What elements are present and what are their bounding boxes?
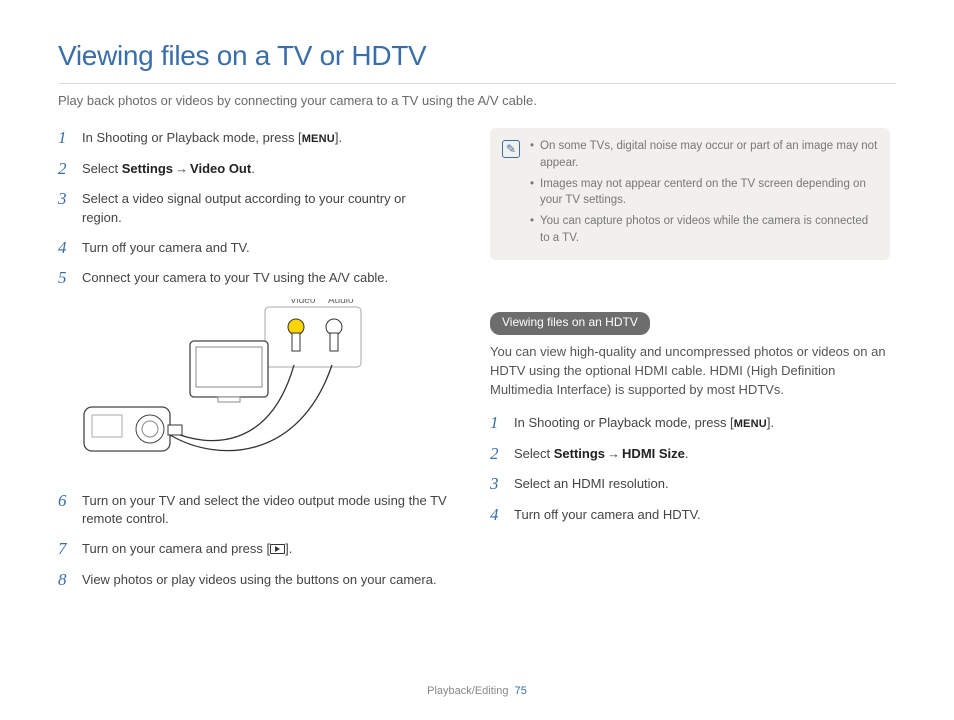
note-box: ✎ On some TVs, digital noise may occur o… bbox=[490, 128, 890, 260]
note-item: You can capture photos or videos while t… bbox=[530, 213, 878, 246]
hdtv-step-2: 2 Select Settings → HDMI Size. bbox=[490, 444, 890, 464]
step-number: 2 bbox=[58, 159, 72, 179]
hdtv-paragraph: You can view high-quality and uncompress… bbox=[490, 343, 890, 400]
step-number: 5 bbox=[58, 268, 72, 288]
step-1: 1 In Shooting or Playback mode, press [M… bbox=[58, 128, 448, 148]
step-text: Select Settings → HDMI Size. bbox=[514, 444, 890, 464]
step-number: 8 bbox=[58, 570, 72, 590]
step-text: Turn on your camera and press []. bbox=[82, 539, 448, 559]
intro-text: Play back photos or videos by connecting… bbox=[58, 92, 896, 111]
right-column: ✎ On some TVs, digital noise may occur o… bbox=[490, 128, 890, 600]
menu-label: MENU bbox=[734, 418, 767, 430]
step-6: 6 Turn on your TV and select the video o… bbox=[58, 491, 448, 530]
note-icon: ✎ bbox=[502, 140, 520, 158]
hdtv-step-1: 1 In Shooting or Playback mode, press [M… bbox=[490, 413, 890, 433]
step-5: 5 Connect your camera to your TV using t… bbox=[58, 268, 448, 288]
step-number: 6 bbox=[58, 491, 72, 511]
diagram-svg: Video Audio bbox=[80, 299, 380, 469]
hdtv-heading-pill: Viewing files on an HDTV bbox=[490, 312, 650, 334]
page-number: 75 bbox=[515, 685, 527, 697]
page-title: Viewing files on a TV or HDTV bbox=[58, 36, 896, 77]
note-item: On some TVs, digital noise may occur or … bbox=[530, 138, 878, 171]
title-rule bbox=[58, 83, 896, 84]
step-8: 8 View photos or play videos using the b… bbox=[58, 570, 448, 590]
av-steps-continued: 6 Turn on your TV and select the video o… bbox=[58, 491, 448, 590]
connection-diagram: Video Audio bbox=[80, 299, 448, 475]
step-number: 3 bbox=[58, 189, 72, 209]
step-text: Turn on your TV and select the video out… bbox=[82, 491, 448, 530]
step-text: Select Settings → Video Out. bbox=[82, 159, 448, 179]
menu-label: MENU bbox=[302, 133, 335, 145]
step-text: In Shooting or Playback mode, press [MEN… bbox=[82, 128, 448, 148]
step-7: 7 Turn on your camera and press []. bbox=[58, 539, 448, 559]
note-list: On some TVs, digital noise may occur or … bbox=[530, 138, 878, 250]
hdtv-step-4: 4 Turn off your camera and HDTV. bbox=[490, 505, 890, 525]
step-3: 3 Select a video signal output according… bbox=[58, 189, 448, 228]
play-icon bbox=[270, 544, 285, 554]
step-number: 1 bbox=[58, 128, 72, 148]
step-text: Turn off your camera and HDTV. bbox=[514, 505, 890, 525]
step-4: 4 Turn off your camera and TV. bbox=[58, 238, 448, 258]
step-text: Connect your camera to your TV using the… bbox=[82, 268, 448, 288]
page-footer: Playback/Editing 75 bbox=[0, 684, 954, 700]
step-text: Select an HDMI resolution. bbox=[514, 474, 890, 494]
step-text: In Shooting or Playback mode, press [MEN… bbox=[514, 413, 890, 433]
av-steps: 1 In Shooting or Playback mode, press [M… bbox=[58, 128, 448, 288]
step-text: View photos or play videos using the but… bbox=[82, 570, 448, 590]
step-number: 3 bbox=[490, 474, 504, 494]
step-text: Turn off your camera and TV. bbox=[82, 238, 448, 258]
step-number: 1 bbox=[490, 413, 504, 433]
content-columns: 1 In Shooting or Playback mode, press [M… bbox=[58, 128, 896, 600]
svg-text:Audio: Audio bbox=[328, 299, 354, 306]
step-text: Select a video signal output according t… bbox=[82, 189, 448, 228]
step-number: 4 bbox=[58, 238, 72, 258]
step-2: 2 Select Settings → Video Out. bbox=[58, 159, 448, 179]
note-item: Images may not appear centerd on the TV … bbox=[530, 176, 878, 209]
step-number: 4 bbox=[490, 505, 504, 525]
step-number: 2 bbox=[490, 444, 504, 464]
svg-text:Video: Video bbox=[290, 299, 316, 306]
footer-section: Playback/Editing bbox=[427, 685, 508, 697]
left-column: 1 In Shooting or Playback mode, press [M… bbox=[58, 128, 448, 600]
hdtv-steps: 1 In Shooting or Playback mode, press [M… bbox=[490, 413, 890, 525]
hdtv-step-3: 3 Select an HDMI resolution. bbox=[490, 474, 890, 494]
step-number: 7 bbox=[58, 539, 72, 559]
